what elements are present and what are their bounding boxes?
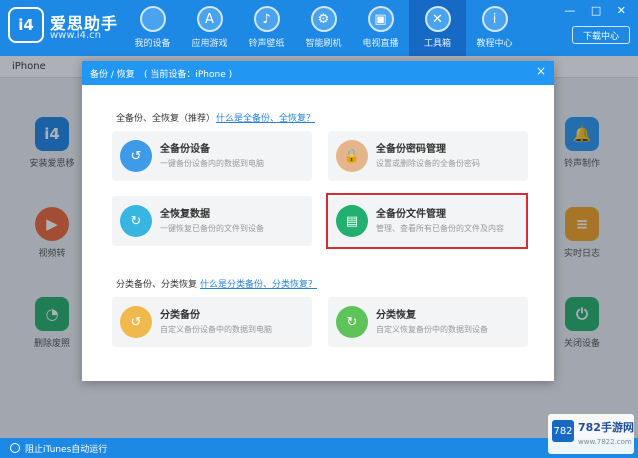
nav-label: 应用游戏: [191, 39, 228, 49]
nav-tutorials[interactable]: i 教程中心: [466, 0, 523, 56]
nav-apps-games[interactable]: A 应用游戏: [181, 0, 238, 56]
tools-icon: ✕: [424, 6, 451, 32]
info-icon: i: [481, 6, 508, 32]
section-full-backup-title: 全备份、全恢复（推荐）: [116, 114, 216, 124]
app-logo: i4: [8, 7, 44, 43]
watermark-logo-icon: 782: [552, 420, 574, 442]
highlight-box: [326, 193, 528, 249]
category-backup-card[interactable]: ↺ 分类备份 自定义备份设备中的数据到电脑: [112, 297, 312, 347]
window-controls[interactable]: — □ ✕: [564, 4, 632, 17]
status-bar: 阻止iTunes自动运行: [0, 438, 638, 458]
app-store-icon: A: [196, 6, 223, 32]
nav-label: 工具箱: [423, 39, 451, 49]
card-desc: 自定义备份设备中的数据到电脑: [160, 325, 272, 334]
dialog-header: 备份 / 恢复 ( 当前设备：iPhone ) ×: [82, 61, 554, 85]
backup-password-card[interactable]: 🔒 全备份密码管理 设置或删除设备的全备份密码: [328, 131, 528, 181]
nav-flash[interactable]: ⚙ 智能刷机: [295, 0, 352, 56]
card-title: 分类恢复: [376, 310, 416, 321]
brand-url: www.i4.cn: [50, 30, 101, 41]
gear-icon: ⚙: [310, 6, 337, 32]
backup-icon: ↺: [120, 306, 152, 338]
card-title: 全恢复数据: [160, 209, 210, 220]
card-title: 全备份设备: [160, 144, 210, 155]
apple-icon: [139, 6, 166, 32]
nav-my-device[interactable]: 我的设备: [124, 0, 181, 56]
restore-icon: ↻: [120, 205, 152, 237]
backup-icon: ↺: [120, 140, 152, 172]
block-itunes-option[interactable]: 阻止iTunes自动运行: [25, 442, 107, 455]
nav-label: 电视直播: [362, 39, 399, 49]
card-title: 分类备份: [160, 310, 200, 321]
nav-ringtones[interactable]: ♪ 铃声壁纸: [238, 0, 295, 56]
card-desc: 设置或删除设备的全备份密码: [376, 159, 480, 168]
nav-label: 教程中心: [476, 39, 513, 49]
card-title: 全备份密码管理: [376, 144, 446, 155]
backup-restore-dialog: 备份 / 恢复 ( 当前设备：iPhone ) × 全备份、全恢复（推荐） 什么…: [82, 61, 554, 381]
watermark-url: www.7822.com: [578, 438, 632, 446]
main-nav: 我的设备 A 应用游戏 ♪ 铃声壁纸 ⚙ 智能刷机 ▣ 电视直播 ✕ 工具箱 i…: [124, 0, 523, 56]
bell-icon: ♪: [253, 6, 280, 32]
nav-toolbox[interactable]: ✕ 工具箱: [409, 0, 466, 56]
nav-label: 智能刷机: [305, 39, 342, 49]
nav-label: 我的设备: [134, 39, 171, 49]
category-backup-help-link[interactable]: 什么是分类备份、分类恢复？: [200, 277, 317, 290]
nav-tv[interactable]: ▣ 电视直播: [352, 0, 409, 56]
card-desc: 一键恢复已备份的文件到设备: [160, 224, 264, 233]
checkbox-icon[interactable]: [10, 443, 20, 453]
full-backup-help-link[interactable]: 什么是全备份、全恢复？: [216, 111, 315, 124]
lock-icon: 🔒: [336, 140, 368, 172]
download-center-button[interactable]: 下载中心: [572, 26, 630, 44]
category-restore-card[interactable]: ↻ 分类恢复 自定义恢复备份中的数据到设备: [328, 297, 528, 347]
section-category-backup-title: 分类备份、分类恢复: [116, 280, 198, 290]
watermark-text: 782手游网: [578, 421, 634, 434]
full-restore-card[interactable]: ↻ 全恢复数据 一键恢复已备份的文件到设备: [112, 196, 312, 246]
nav-label: 铃声壁纸: [248, 39, 285, 49]
current-device-label: ( 当前设备：iPhone ): [144, 70, 233, 80]
full-backup-device-card[interactable]: ↺ 全备份设备 一键备份设备内的数据到电脑: [112, 131, 312, 181]
card-desc: 一键备份设备内的数据到电脑: [160, 159, 264, 168]
watermark: 782 782手游网 www.7822.com: [548, 414, 634, 454]
top-bar: i4 爱思助手 www.i4.cn 我的设备 A 应用游戏 ♪ 铃声壁纸 ⚙ 智…: [0, 0, 638, 56]
close-icon[interactable]: ×: [536, 64, 546, 78]
card-desc: 自定义恢复备份中的数据到设备: [376, 325, 488, 334]
tv-icon: ▣: [367, 6, 394, 32]
restore-icon: ↻: [336, 306, 368, 338]
dialog-title: 备份 / 恢复: [90, 70, 135, 80]
